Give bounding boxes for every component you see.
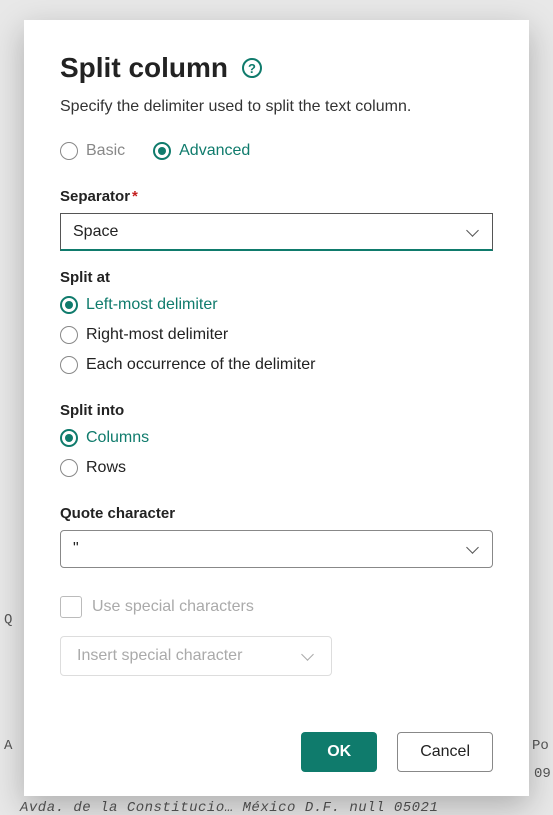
radio-label: Columns [86,429,149,447]
quote-value: " [73,540,79,558]
dialog-footer: OK Cancel [60,732,493,772]
insert-special-char-button: Insert special character [60,636,332,676]
special-chars-checkbox[interactable] [60,596,82,618]
ok-button[interactable]: OK [301,732,377,772]
radio-icon [60,356,78,374]
split-at-group: Left-most delimiter Right-most delimiter… [60,296,493,374]
chevron-down-icon [466,542,480,556]
radio-icon [60,142,78,160]
radio-label: Rows [86,459,126,477]
radio-icon [153,142,171,160]
split-column-dialog: Split column ? Specify the delimiter use… [24,20,529,796]
cancel-button[interactable]: Cancel [397,732,493,772]
special-chars-row: Use special characters [60,596,493,618]
radio-icon [60,429,78,447]
dialog-subtitle: Specify the delimiter used to split the … [60,98,493,116]
mode-basic-label: Basic [86,142,125,160]
bg-cell: Po [532,738,549,754]
special-chars-label: Use special characters [92,598,254,616]
radio-icon [60,459,78,477]
chevron-down-icon [466,225,480,239]
quote-select[interactable]: " [60,530,493,568]
split-at-right-radio[interactable]: Right-most delimiter [60,326,493,344]
help-icon[interactable]: ? [242,58,262,78]
bg-row: Avda. de la Constitucio… México D.F. nul… [20,800,438,815]
split-at-each-radio[interactable]: Each occurrence of the delimiter [60,356,493,374]
split-at-left-radio[interactable]: Left-most delimiter [60,296,493,314]
split-into-label: Split into [60,402,493,419]
split-into-columns-radio[interactable]: Columns [60,429,493,447]
separator-label: Separator* [60,188,493,205]
separator-select[interactable]: Space [60,213,493,251]
mode-basic-radio[interactable]: Basic [60,142,125,160]
radio-label: Right-most delimiter [86,326,228,344]
bg-cell: 09 [534,766,551,782]
mode-radio-group: Basic Advanced [60,142,493,160]
mode-advanced-radio[interactable]: Advanced [153,142,250,160]
bg-cell: Q [4,612,12,628]
radio-icon [60,296,78,314]
chevron-down-icon [301,649,315,663]
insert-special-char-label: Insert special character [77,647,242,665]
separator-value: Space [73,223,118,241]
split-at-label: Split at [60,269,493,286]
mode-advanced-label: Advanced [179,142,250,160]
radio-label: Each occurrence of the delimiter [86,356,315,374]
split-into-group: Columns Rows [60,429,493,477]
radio-icon [60,326,78,344]
bg-cell: A [4,738,12,754]
radio-label: Left-most delimiter [86,296,218,314]
quote-label: Quote character [60,505,493,522]
dialog-title: Split column [60,52,228,84]
split-into-rows-radio[interactable]: Rows [60,459,493,477]
required-asterisk: * [132,188,138,205]
